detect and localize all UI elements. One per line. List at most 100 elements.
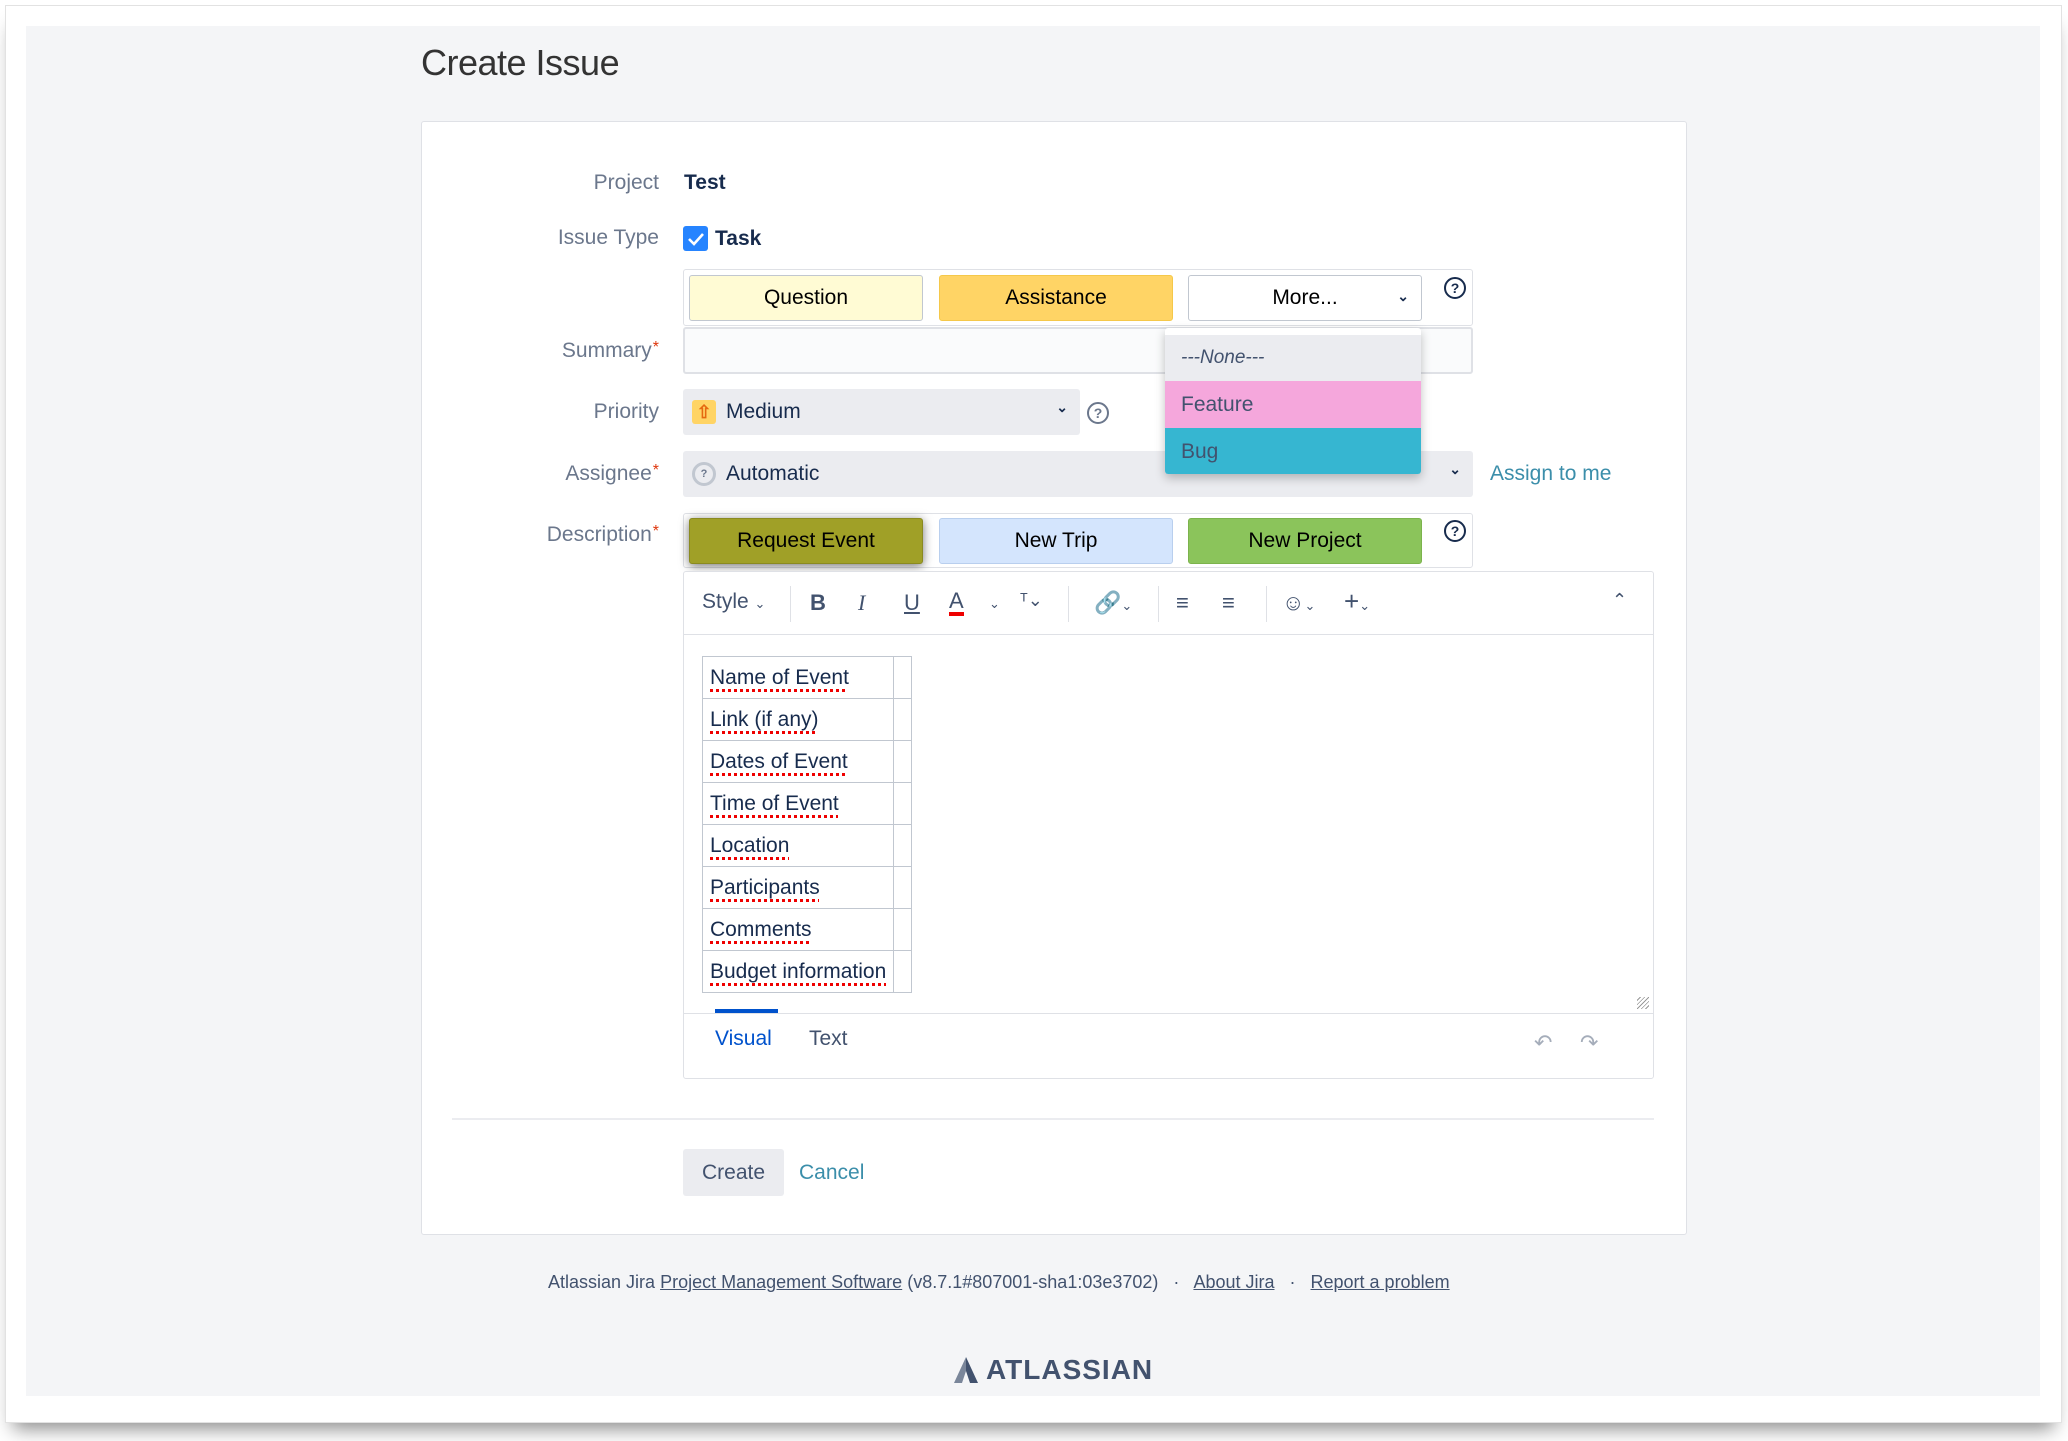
question-template-button[interactable]: Question xyxy=(689,275,923,321)
dropdown-option-feature[interactable]: Feature xyxy=(1165,381,1421,428)
emoji-icon[interactable]: ☺⌄ xyxy=(1282,590,1315,616)
priority-value: Medium xyxy=(726,400,801,423)
table-field-label[interactable]: Budget information xyxy=(701,950,895,993)
italic-icon[interactable]: I xyxy=(858,590,865,616)
form-divider xyxy=(452,1118,1654,1120)
table-row: Link (if any) xyxy=(701,698,913,741)
priority-label: Priority xyxy=(593,400,659,423)
footer: Atlassian Jira Project Management Softwa… xyxy=(548,1272,1450,1293)
toolbar-divider xyxy=(790,586,791,622)
table-field-value[interactable] xyxy=(893,698,913,741)
dropdown-option-bug[interactable]: Bug xyxy=(1165,428,1421,474)
spellcheck-text: Participants xyxy=(710,875,820,899)
tab-visual[interactable]: Visual xyxy=(715,1027,772,1051)
insert-plus-icon[interactable]: +⌄ xyxy=(1344,586,1370,617)
active-mode-indicator xyxy=(715,1009,778,1013)
undo-icon[interactable]: ↶ xyxy=(1534,1030,1552,1056)
table-field-label[interactable]: Dates of Event xyxy=(701,740,895,783)
table-row: Location xyxy=(701,824,913,867)
dropdown-option-none[interactable]: ---None--- xyxy=(1165,335,1421,381)
assignee-label: Assignee* xyxy=(565,462,659,485)
event-request-table[interactable]: Name of Event Link (if any) Dates of Event… xyxy=(701,656,913,993)
issue-type-value: Task xyxy=(715,226,762,250)
product-link[interactable]: Project Management Software xyxy=(660,1272,902,1292)
table-field-value[interactable] xyxy=(893,950,913,993)
assignee-value: Automatic xyxy=(726,462,820,485)
editor-toolbar: Style ⌄ B I U A ⌄ ᵀ⌄ 🔗⌄ ≡ ≡ ☺⌄ +⌄ ⌃ xyxy=(684,572,1653,635)
spellcheck-text: Link (if any) xyxy=(710,707,819,731)
tab-text[interactable]: Text xyxy=(809,1027,848,1051)
help-icon[interactable]: ? xyxy=(1444,520,1466,542)
toolbar-divider xyxy=(1158,586,1159,622)
help-icon[interactable]: ? xyxy=(1087,402,1109,424)
table-field-value[interactable] xyxy=(893,866,913,909)
text-format-more-icon[interactable]: ᵀ⌄ xyxy=(1020,590,1043,611)
spellcheck-text: Name of Event xyxy=(710,665,849,689)
chevron-down-icon: ⌄ xyxy=(1397,288,1409,304)
checkbox-checked-icon[interactable] xyxy=(683,226,708,251)
table-row: Comments xyxy=(701,908,913,951)
spellcheck-text: Budget information xyxy=(710,959,887,983)
table-row: Name of Event xyxy=(701,656,913,699)
chevron-down-icon: ⌄ xyxy=(1056,399,1068,415)
table-field-label[interactable]: Location xyxy=(701,824,895,867)
bold-icon[interactable]: B xyxy=(810,590,826,616)
issue-type-label: Issue Type xyxy=(557,226,659,249)
table-field-value[interactable] xyxy=(893,824,913,867)
assign-to-me-link[interactable]: Assign to me xyxy=(1490,462,1611,486)
more-templates-select[interactable]: More... ⌄ xyxy=(1188,275,1422,321)
about-jira-link[interactable]: About Jira xyxy=(1193,1272,1274,1292)
text-color-chevron-icon[interactable]: ⌄ xyxy=(989,596,1000,612)
report-problem-link[interactable]: Report a problem xyxy=(1311,1272,1450,1292)
bullet-list-icon[interactable]: ≡ xyxy=(1176,590,1189,616)
table-field-label[interactable]: Time of Event xyxy=(701,782,895,825)
footer-separator: · xyxy=(1289,1272,1296,1292)
table-row: Dates of Event xyxy=(701,740,913,783)
table-field-label[interactable]: Participants xyxy=(701,866,895,909)
link-icon[interactable]: 🔗⌄ xyxy=(1094,590,1132,616)
description-label: Description* xyxy=(546,523,659,546)
table-row: Budget information xyxy=(701,950,913,993)
spellcheck-text: Time of Event xyxy=(710,791,839,815)
more-templates-dropdown: ---None--- Feature Bug xyxy=(1165,328,1421,474)
page-title: Create Issue xyxy=(421,42,620,83)
redo-icon[interactable]: ↷ xyxy=(1580,1030,1598,1056)
cancel-link[interactable]: Cancel xyxy=(799,1161,864,1185)
project-value: Test xyxy=(684,171,726,194)
assistance-template-button[interactable]: Assistance xyxy=(939,275,1173,321)
footer-version: (v8.7.1#807001-sha1:03e3702) xyxy=(907,1272,1159,1292)
help-icon[interactable]: ? xyxy=(1444,277,1466,299)
table-field-label[interactable]: Name of Event xyxy=(701,656,895,699)
description-editor[interactable]: Style ⌄ B I U A ⌄ ᵀ⌄ 🔗⌄ ≡ ≡ ☺⌄ +⌄ ⌃ Name… xyxy=(683,571,1654,1079)
resize-handle-icon[interactable] xyxy=(1637,997,1649,1009)
table-row: Participants xyxy=(701,866,913,909)
table-field-label[interactable]: Comments xyxy=(701,908,895,951)
chevron-down-icon: ⌄ xyxy=(1449,461,1461,477)
atlassian-logo-icon xyxy=(954,1357,978,1383)
numbered-list-icon[interactable]: ≡ xyxy=(1222,590,1235,616)
spellcheck-text: Dates of Event xyxy=(710,749,848,773)
atlassian-logo: ATLASSIAN xyxy=(954,1354,1153,1386)
table-field-value[interactable] xyxy=(893,740,913,783)
table-field-label[interactable]: Link (if any) xyxy=(701,698,895,741)
table-field-value[interactable] xyxy=(893,908,913,951)
priority-select[interactable]: ⇧ Medium ⌄ xyxy=(683,389,1080,435)
summary-label: Summary* xyxy=(561,339,659,362)
underline-icon[interactable]: U xyxy=(904,590,920,616)
text-color-icon[interactable]: A xyxy=(949,590,964,616)
toolbar-divider xyxy=(1068,586,1069,622)
toolbar-divider xyxy=(1266,586,1267,622)
table-field-value[interactable] xyxy=(893,782,913,825)
request-event-template-button[interactable]: Request Event xyxy=(689,518,923,564)
create-button[interactable]: Create xyxy=(683,1149,784,1196)
table-field-value[interactable] xyxy=(893,656,913,699)
new-project-template-button[interactable]: New Project xyxy=(1188,518,1422,564)
new-trip-template-button[interactable]: New Trip xyxy=(939,518,1173,564)
collapse-toolbar-icon[interactable]: ⌃ xyxy=(1612,590,1627,611)
style-dropdown[interactable]: Style ⌄ xyxy=(702,590,765,614)
issue-type-selector[interactable]: Task xyxy=(683,226,761,251)
editor-mode-divider xyxy=(684,1013,1653,1014)
spellcheck-text: Location xyxy=(710,833,790,857)
atlassian-wordmark: ATLASSIAN xyxy=(986,1354,1154,1385)
footer-prefix: Atlassian Jira xyxy=(548,1272,656,1292)
